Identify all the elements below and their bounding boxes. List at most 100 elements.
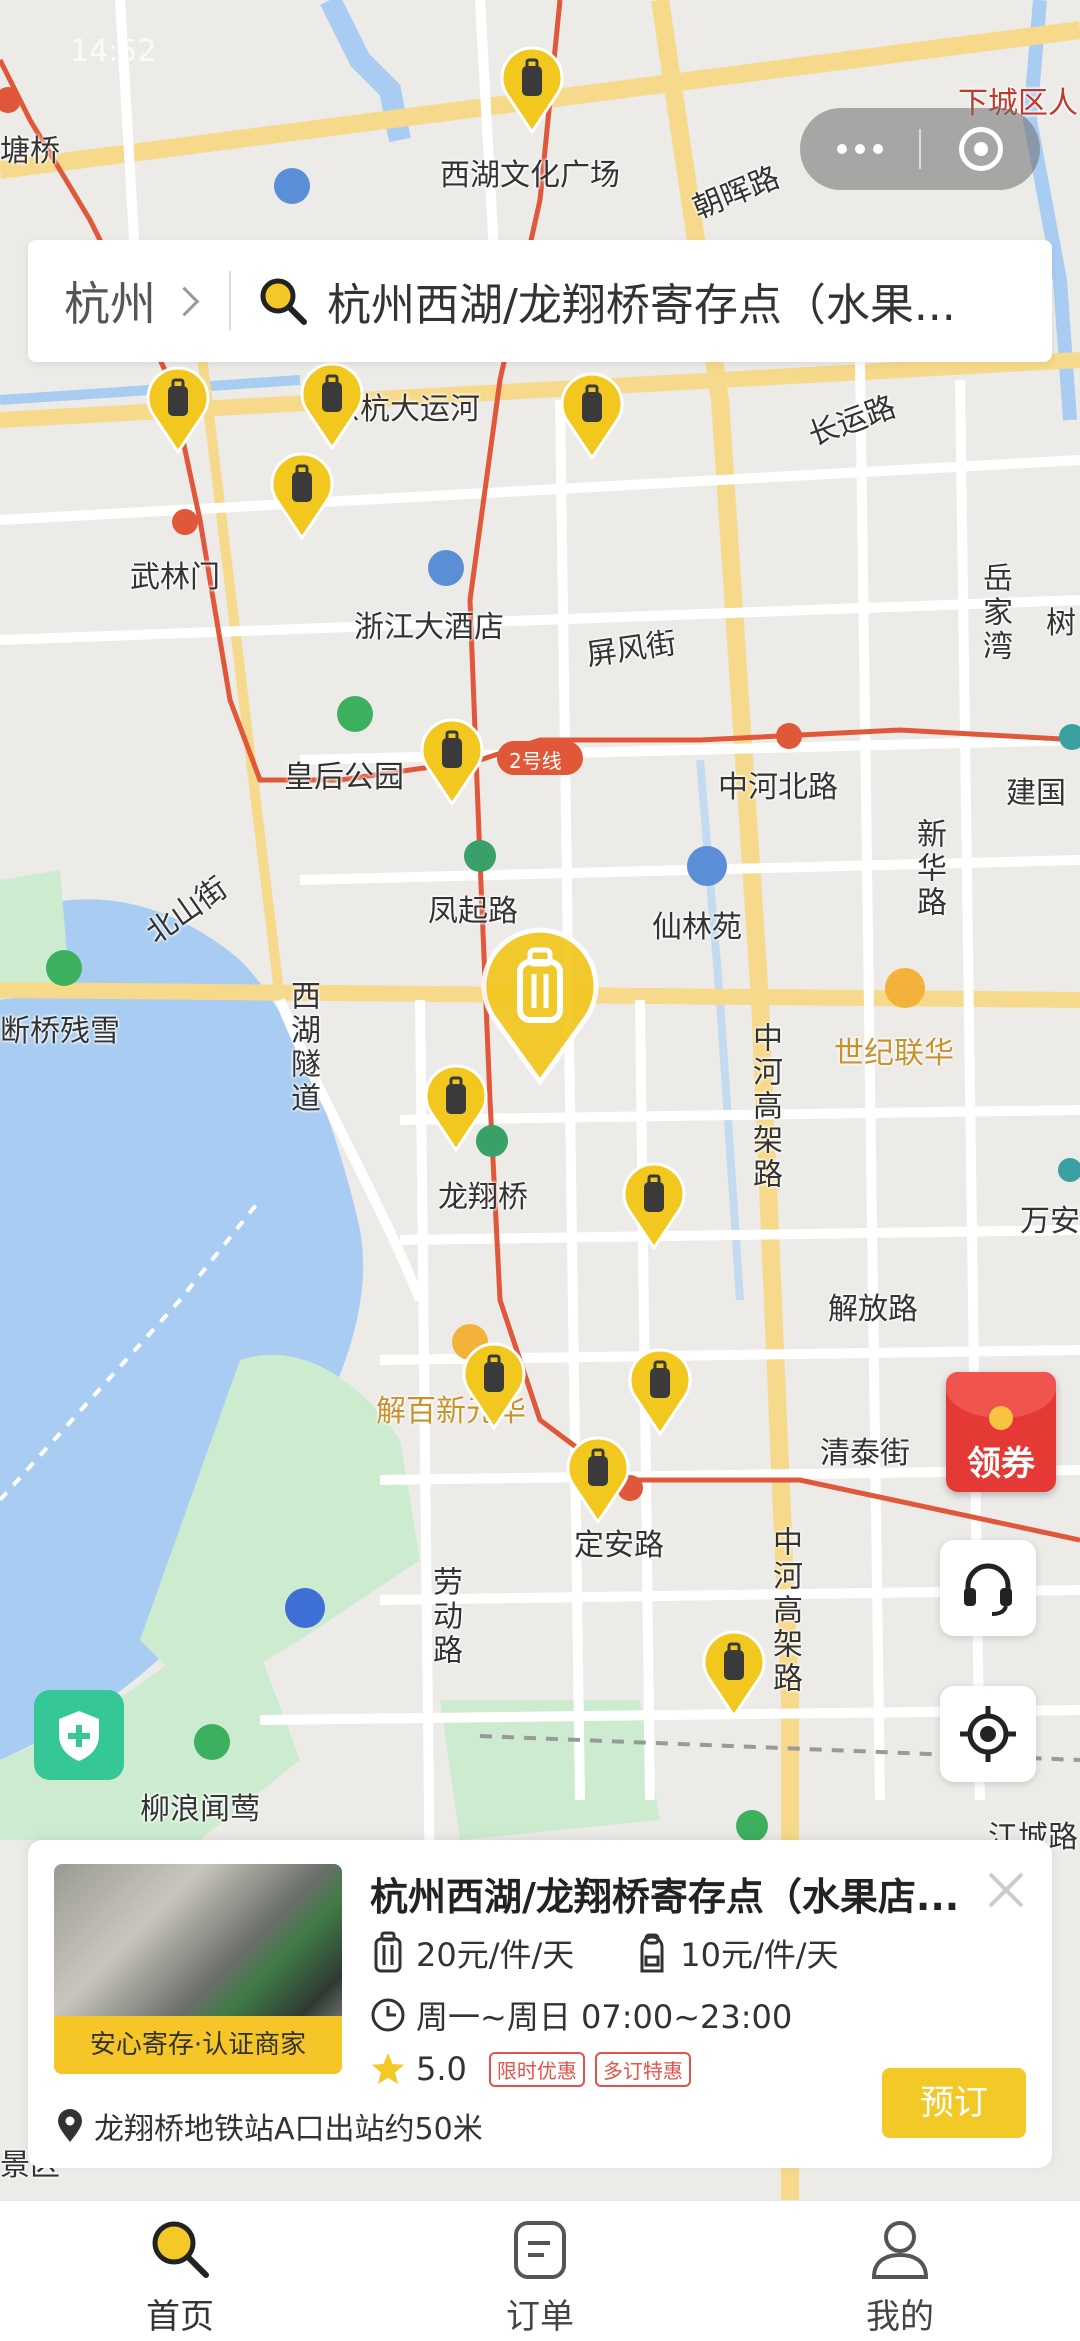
storage-pin[interactable] [566,1436,630,1524]
storage-pin[interactable] [424,1064,488,1152]
coupon-seal-icon [989,1406,1013,1430]
storage-pin[interactable] [300,362,364,450]
luggage-pin-icon [622,1162,686,1250]
map-label: 万安 [1020,1204,1080,1239]
rating-value: 5.0 [416,2050,467,2088]
promo-tag: 多订特惠 [594,2051,691,2087]
map-label: 塘桥 [0,134,60,169]
storage-pin[interactable] [622,1162,686,1250]
safety-button[interactable] [34,1690,124,1780]
map-label: 劳动路 [427,1566,462,1668]
storage-pin[interactable] [146,366,210,454]
map-label: 仙林苑 [652,910,742,945]
storage-pin[interactable] [270,452,334,540]
map-label: 凤起路 [428,894,518,929]
customer-service-button[interactable] [940,1540,1036,1636]
map-label: 树 [1046,606,1076,641]
map-label: 清泰街 [820,1436,910,1471]
map-label: 岳家湾 [977,562,1012,664]
tab-home[interactable]: 首页 [0,2201,360,2341]
location-row: 龙翔桥地铁站A口出站约50米 [56,2104,483,2148]
search-divider [229,271,231,331]
close-card-button[interactable] [984,1868,1028,1912]
poi-icon [194,1724,230,1760]
rating-row: 5.0 限时优惠 多订特惠 [370,2050,691,2088]
storage-pin[interactable] [462,1342,526,1430]
line2-badge: 2号线 [509,749,562,773]
clock-icon [371,1998,405,2032]
map-label: 解放路 [828,1292,918,1327]
book-button[interactable]: 预订 [882,2068,1026,2138]
storage-pin[interactable] [702,1630,766,1718]
opening-hours: 周一~周日 07:00~23:00 [416,1998,793,2036]
bottom-tab-bar: 首页 订单 我的 [0,2200,1080,2341]
crosshair-icon [960,1706,1016,1762]
search-icon [152,2221,209,2278]
map-label: 柳浪闻莺 [140,1792,260,1827]
map-label: 西湖文化广场 [440,158,620,193]
status-time: 14:52 [70,34,157,69]
store-title: 杭州西湖/龙翔桥寄存点（水果店... [370,1875,960,1919]
profile-icon [871,2221,929,2279]
luggage-pin-icon [146,366,210,454]
location-text: 龙翔桥地铁站A口出站约50米 [94,2112,483,2147]
selected-storage-pin[interactable] [480,926,600,1086]
luggage-price: 20元/件/天 [416,1936,575,1974]
map-label: 定安路 [574,1528,664,1563]
coupon-label: 领券 [967,1444,1035,1484]
coupon-button[interactable]: 领券 [946,1372,1056,1492]
map-label: 皇后公园 [284,760,404,795]
location-pin-icon [58,2109,82,2142]
close-icon [988,1872,1024,1908]
tab-orders[interactable]: 订单 [360,2201,720,2341]
storage-pin[interactable] [628,1348,692,1436]
map-label: 中河北路 [718,770,838,805]
close-mini-program-button[interactable] [921,127,1040,171]
poi-icon [337,696,373,732]
map-label: 武林门 [130,560,220,595]
star-icon [372,2053,404,2084]
chevron-right-icon [169,286,200,316]
map-label: 新华路 [911,818,946,920]
price-row: 20元/件/天 10元/件/天 [370,1930,839,1976]
poi-icon [285,1588,325,1628]
map-label: 浙江大酒店 [354,610,504,645]
luggage-pin-icon [566,1436,630,1524]
tab-label: 首页 [146,2297,214,2337]
search-icon [257,275,309,327]
locate-me-button[interactable] [940,1686,1036,1782]
luggage-pin-icon [702,1630,766,1718]
more-menu-button[interactable] [800,144,919,154]
map-label: 中河高架路 [767,1526,802,1696]
backpack-icon [640,1933,664,1973]
bag-price: 10元/件/天 [680,1936,839,1974]
hours-row: 周一~周日 07:00~23:00 [370,1992,792,2038]
close-target-icon [958,127,1003,171]
mini-program-capsule [800,108,1040,190]
luggage-pin-icon [628,1348,692,1436]
poi-icon [736,1810,768,1842]
tab-profile[interactable]: 我的 [720,2201,1080,2341]
storage-pin[interactable] [420,718,484,806]
luggage-pin-icon [300,362,364,450]
luggage-pin-icon [481,927,599,1086]
storage-info-card[interactable]: 安心寄存·认证商家 杭州西湖/龙翔桥寄存点（水果店... 20元/件/天 10元… [28,1840,1052,2168]
map-label: 建国 [1006,776,1066,811]
luggage-pin-icon [462,1342,526,1430]
luggage-icon [374,1931,402,1973]
map-label: 中河高架路 [747,1022,782,1192]
luggage-pin-icon [270,452,334,540]
poi-icon [885,968,925,1008]
search-input[interactable]: 杭州西湖/龙翔桥寄存点（水果... [327,269,1027,333]
poi-icon [274,168,310,204]
map-label: 断桥残雪 [0,1014,120,1049]
search-bar: 杭州 杭州西湖/龙翔桥寄存点（水果... [28,240,1052,362]
storage-pin[interactable] [560,372,624,460]
map-label: 龙翔桥 [438,1180,528,1215]
city-selector[interactable]: 杭州 [64,268,156,334]
luggage-pin-icon [560,372,624,460]
poi-icon [428,550,464,586]
promo-tag: 限时优惠 [488,2051,585,2087]
luggage-pin-icon [420,718,484,806]
status-bar: 14:52 [0,0,1080,80]
